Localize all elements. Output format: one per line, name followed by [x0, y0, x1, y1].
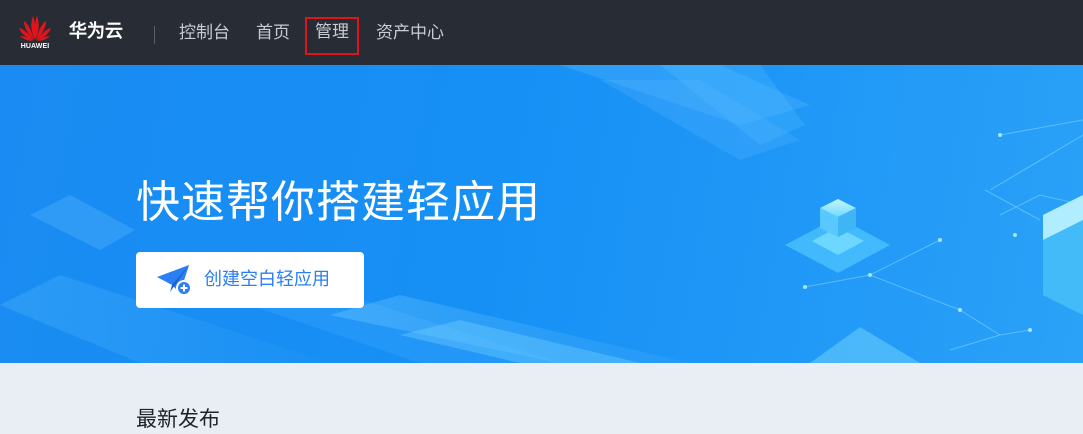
top-navigation-bar: HUAWEI 华为云 控制台 首页 管理 资产中心 — [0, 0, 1083, 65]
paper-plane-add-icon — [157, 265, 192, 296]
latest-releases-title: 最新发布 — [136, 407, 220, 431]
huawei-wordmark: HUAWEI — [20, 43, 50, 50]
hero-title: 快速帮你搭建轻应用 — [136, 177, 541, 228]
create-blank-app-label: 创建空白轻应用 — [204, 269, 330, 290]
nav-asset-center[interactable]: 资产中心 — [376, 20, 444, 46]
huawei-logo[interactable]: HUAWEI — [14, 12, 58, 54]
huawei-petal-icon — [19, 16, 51, 41]
hero-banner: 快速帮你搭建轻应用 创建空白轻应用 — [0, 65, 1083, 363]
nav-home[interactable]: 首页 — [256, 20, 290, 46]
nav-manage[interactable]: 管理 — [305, 17, 359, 55]
nav-divider — [154, 26, 155, 44]
nav-console[interactable]: 控制台 — [179, 20, 230, 46]
create-blank-app-button[interactable]: 创建空白轻应用 — [136, 252, 364, 308]
cloud-name[interactable]: 华为云 — [69, 20, 123, 44]
